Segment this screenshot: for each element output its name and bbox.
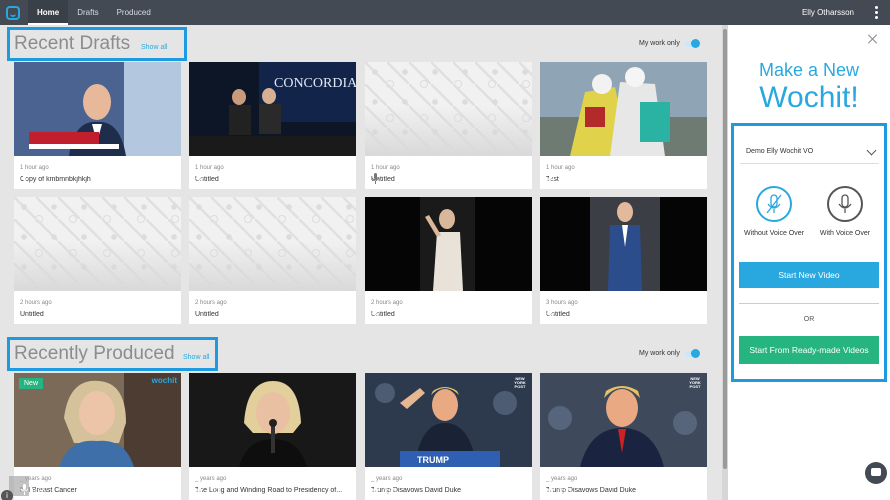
ny-post-watermark: NEW YORK POST [514, 376, 526, 389]
with-voice-over-option[interactable]: With Voice Over [810, 186, 880, 237]
without-voice-over-option[interactable]: Without Voice Over [739, 186, 809, 237]
top-nav: Home Drafts Produced Elly Otharsson [0, 0, 890, 25]
video-duration: 1:13 [207, 488, 221, 495]
new-badge: New [19, 378, 44, 389]
toggle-switch[interactable] [684, 38, 700, 48]
video-thumbnail: TRUMP [365, 373, 532, 467]
main-content: Recent Drafts Show all My work only 1 ho… [0, 25, 722, 500]
card-time: 2 hours ago [195, 300, 227, 306]
mic-icon [371, 308, 380, 319]
start-from-ready-made-button[interactable]: Start From Ready-made Videos [739, 336, 879, 364]
card-time: _ years ago [195, 476, 227, 482]
produced-header-highlight [7, 337, 218, 371]
video-thumbnail [540, 62, 707, 156]
card-time: 3 hours ago [546, 300, 578, 306]
mic-icon [546, 308, 555, 319]
draft-card[interactable]: 1 hour ago Test [540, 62, 707, 189]
draft-card[interactable]: 2 hours ago Untitled [14, 197, 181, 324]
drafts-header-highlight [7, 27, 187, 61]
draft-card[interactable]: 1 hour ago Copy of kmbmnbkjhkjh [14, 62, 181, 189]
drafts-my-work-toggle[interactable]: My work only [639, 38, 700, 48]
mic-icon [546, 484, 555, 495]
card-time: 2 hours ago [20, 300, 52, 306]
card-title: Untitled [371, 176, 395, 183]
wochit-logo-icon[interactable] [6, 5, 20, 20]
produced-card[interactable]: 1:13 _ years ago The Long and Winding Ro… [189, 373, 356, 500]
card-time: _ years ago [546, 476, 578, 482]
start-new-video-button[interactable]: Start New Video [739, 262, 879, 288]
close-icon[interactable] [868, 34, 878, 44]
tab-home[interactable]: Home [28, 0, 69, 25]
mic-icon [20, 173, 29, 184]
video-duration: 0:35 [383, 488, 397, 495]
without-voice-over-label: Without Voice Over [744, 230, 804, 237]
video-thumbnail: CONCORDIA [189, 62, 356, 156]
panel-heading-line2: Wochit! [759, 81, 859, 114]
divider [739, 303, 879, 304]
placeholder-thumbnail [365, 62, 532, 156]
produced-my-work-toggle[interactable]: My work only [639, 348, 700, 358]
placeholder-thumbnail [189, 197, 356, 291]
toggle-switch[interactable] [684, 348, 700, 358]
toggle-label: My work only [639, 40, 680, 47]
svg-text:CONCORDIA: CONCORDIA [274, 76, 356, 91]
video-thumbnail [14, 62, 181, 156]
produced-card[interactable]: New wochit 0:36 _ years ago NH Breast Ca… [14, 373, 181, 500]
or-separator: OR [803, 316, 815, 323]
scrollbar-thumb[interactable] [723, 29, 727, 469]
card-title: Untitled [195, 176, 219, 183]
draft-card[interactable]: 2 hours ago Untitled [189, 197, 356, 324]
video-thumbnail [540, 373, 707, 467]
user-name[interactable]: Elly Otharsson [802, 0, 854, 25]
produced-card[interactable]: NEW YORK POST 0:35 _ years ago Trump Dis… [540, 373, 707, 500]
video-duration: 0:35 [558, 488, 572, 495]
card-time: 1 hour ago [195, 165, 224, 171]
with-voice-over-label: With Voice Over [819, 230, 871, 237]
placeholder-thumbnail [14, 197, 181, 291]
mic-icon [20, 484, 29, 495]
mic-icon [371, 484, 380, 495]
draft-card[interactable]: 1 hour ago Untitled [365, 62, 532, 189]
card-time: 1 hour ago [371, 165, 400, 171]
card-time: _ years ago [371, 476, 403, 482]
voice-select-value: Demo Elly Wochit VO [746, 148, 814, 155]
mic-off-icon [756, 186, 792, 222]
video-duration: 0:36 [32, 488, 46, 495]
panel-heading-line1: Make a New [758, 60, 860, 80]
draft-card[interactable]: CONCORDIA 1 hour ago Untitled [189, 62, 356, 189]
card-title: Untitled [546, 311, 570, 318]
video-thumbnail [540, 197, 707, 291]
card-time: 2 hours ago [371, 300, 403, 306]
card-title: Untitled [195, 311, 219, 318]
more-menu-icon[interactable] [874, 6, 878, 19]
card-title: Copy of kmbmnbkjhkjh [20, 176, 91, 183]
card-title: Untitled [20, 311, 44, 318]
mic-icon [827, 186, 863, 222]
tab-produced[interactable]: Produced [108, 0, 160, 25]
draft-card[interactable]: 2 hours ago Untitled [365, 197, 532, 324]
mic-icon [195, 484, 204, 495]
voice-select-dropdown[interactable]: Demo Elly Wochit VO [740, 140, 879, 164]
chevron-down-icon [866, 145, 877, 156]
produced-card[interactable]: TRUMP NEW YORK POST 0:35 _ years ago Tru… [365, 373, 532, 500]
card-time: 1 hour ago [546, 165, 575, 171]
voice-over-box: Demo Elly Wochit VO Without Voice Over W… [731, 123, 887, 382]
toggle-label: My work only [639, 350, 680, 357]
mic-icon [371, 173, 380, 184]
ny-post-watermark: NEW YORK POST [689, 376, 701, 389]
draft-card[interactable]: 3 hours ago Untitled [540, 197, 707, 324]
card-title: Test [546, 176, 559, 183]
chat-icon[interactable] [865, 462, 887, 484]
wochit-watermark: wochit [151, 376, 177, 385]
mic-icon [546, 173, 555, 184]
tab-drafts[interactable]: Drafts [68, 0, 107, 25]
card-time: 1 hour ago [20, 165, 49, 171]
mic-icon [195, 173, 204, 184]
video-thumbnail [365, 197, 532, 291]
svg-text:TRUMP: TRUMP [417, 455, 449, 465]
info-icon[interactable]: i [1, 490, 13, 500]
video-thumbnail [189, 373, 356, 467]
card-title: Untitled [371, 311, 395, 318]
